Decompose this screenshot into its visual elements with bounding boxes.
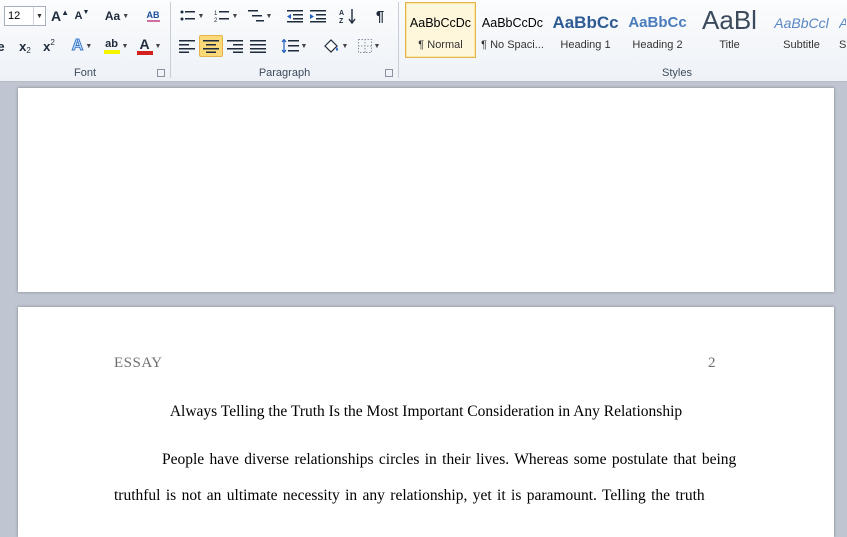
strikethrough-icon[interactable]: e	[0, 36, 8, 56]
body-line: truthful is not an ultimate necessity in…	[114, 487, 705, 504]
justify-button[interactable]	[247, 36, 269, 56]
svg-text:A: A	[339, 10, 344, 17]
text-effects-button[interactable]: A ▼	[68, 36, 96, 56]
clear-formatting-button[interactable]: AB	[142, 6, 164, 26]
style-heading-1[interactable]: AaBbCc Heading 1	[550, 2, 621, 58]
align-left-button[interactable]	[176, 36, 198, 56]
line-spacing-icon	[281, 39, 299, 53]
chevron-down-icon[interactable]: ▼	[33, 7, 45, 25]
pilcrow-icon: ¶	[375, 7, 385, 25]
style-sample: AaBbCcl	[774, 15, 829, 31]
svg-text:2: 2	[214, 18, 218, 23]
grow-font-button[interactable]: A ▲	[50, 6, 70, 26]
font-group-label: Font	[73, 67, 96, 79]
style-name: ¶ Normal	[418, 39, 463, 51]
style-sample: AaBbCc	[552, 13, 619, 32]
numbering-icon: 12	[214, 11, 229, 23]
sort-icon: AZ	[339, 9, 356, 24]
multilevel-list-button[interactable]: ▼	[245, 6, 275, 26]
clear-formatting-icon: AB	[146, 10, 160, 22]
style-subtitle[interactable]: AaBbCcl Subtitle	[766, 2, 837, 58]
align-right-button[interactable]	[224, 36, 246, 56]
style-normal[interactable]: AaBbCcDc ¶ Normal	[405, 2, 476, 58]
styles-gallery: AaBbCcDc ¶ Normal AaBbCcDc ¶ No Spaci...…	[404, 2, 847, 60]
style-sample: AaBl	[702, 5, 757, 35]
paragraph-group: ▼ 1 2 ▼ ▼ AZ ¶ ▼ ▼ ▼ Paragraph	[171, 0, 398, 81]
style-sample: A	[839, 3, 846, 39]
page-number: 2	[708, 355, 716, 371]
font-size-value: 12	[8, 10, 21, 22]
subscript-button[interactable]: x2	[14, 36, 36, 56]
document-page-1[interactable]	[18, 88, 834, 292]
svg-text:1: 1	[214, 11, 218, 17]
increase-indent-button[interactable]	[307, 6, 329, 26]
borders-button[interactable]: ▼	[353, 36, 385, 56]
running-header: ESSAY	[114, 355, 163, 371]
font-dialog-launcher[interactable]	[157, 69, 165, 77]
highlight-icon: ab	[105, 37, 118, 50]
font-color-icon: A	[139, 35, 150, 52]
highlight-button[interactable]: ab ▼	[100, 36, 132, 56]
bullets-icon	[180, 10, 195, 21]
font-size-box[interactable]: 12 ▼	[4, 6, 46, 26]
style-sample: AaBbCcDc	[409, 16, 472, 30]
body-line: People have diverse relationships circle…	[162, 451, 737, 468]
paragraph-group-label: Paragraph	[258, 67, 311, 79]
font-color-button[interactable]: A ▼	[134, 36, 164, 56]
highlight-color-bar	[103, 49, 120, 54]
style-sample: AaBbCcDc	[481, 16, 544, 30]
sort-button[interactable]: AZ	[337, 6, 359, 26]
ribbon: 12 ▼ A ▲ A ▼ Aa ▼ AB e x2 x2 A ▼ ab ▼ A …	[0, 0, 847, 82]
style-name: S	[839, 39, 846, 51]
paint-bucket-icon	[323, 39, 338, 53]
multilevel-list-icon	[247, 10, 264, 22]
align-right-icon	[227, 40, 243, 53]
decrease-indent-icon	[287, 10, 303, 23]
line-spacing-button[interactable]: ▼	[279, 36, 309, 56]
styles-group-label: Styles	[662, 67, 692, 79]
bullets-button[interactable]: ▼	[177, 6, 207, 26]
style-next[interactable]: A S	[838, 2, 847, 58]
shrink-font-button[interactable]: A ▼	[72, 6, 92, 26]
shading-button[interactable]: ▼	[319, 36, 351, 56]
align-center-button[interactable]	[199, 35, 223, 57]
style-heading-2[interactable]: AaBbCc Heading 2	[622, 2, 693, 58]
style-name: Title	[719, 39, 740, 51]
align-center-icon	[203, 40, 219, 53]
style-sample: AaBbCc	[628, 14, 687, 31]
borders-icon	[357, 39, 372, 53]
style-name: Heading 1	[560, 39, 611, 51]
increase-indent-icon	[310, 10, 326, 23]
decrease-indent-button[interactable]	[284, 6, 306, 26]
show-formatting-marks-button[interactable]: ¶	[369, 6, 391, 26]
text-effects-icon: A	[71, 37, 84, 55]
superscript-button[interactable]: x2	[38, 36, 60, 56]
paragraph-dialog-launcher[interactable]	[385, 69, 393, 77]
group-separator	[398, 2, 399, 78]
style-name: Subtitle	[783, 39, 820, 51]
change-case-button[interactable]: Aa ▼	[102, 6, 132, 26]
style-name: ¶ No Spaci...	[481, 39, 544, 51]
style-no-spacing[interactable]: AaBbCcDc ¶ No Spaci...	[477, 2, 548, 58]
justify-icon	[250, 40, 266, 53]
document-page-2[interactable]: ESSAY 2 Always Telling the Truth Is the …	[18, 307, 834, 537]
numbering-button[interactable]: 1 2 ▼	[211, 6, 241, 26]
style-name: Heading 2	[632, 39, 683, 51]
font-color-bar	[136, 50, 153, 55]
font-group: 12 ▼ A ▲ A ▼ Aa ▼ AB e x2 x2 A ▼ ab ▼ A …	[0, 0, 170, 81]
align-left-icon	[179, 40, 195, 53]
style-title[interactable]: AaBl Title	[694, 2, 765, 58]
essay-title: Always Telling the Truth Is the Most Imp…	[169, 403, 683, 420]
svg-text:Z: Z	[339, 18, 344, 24]
